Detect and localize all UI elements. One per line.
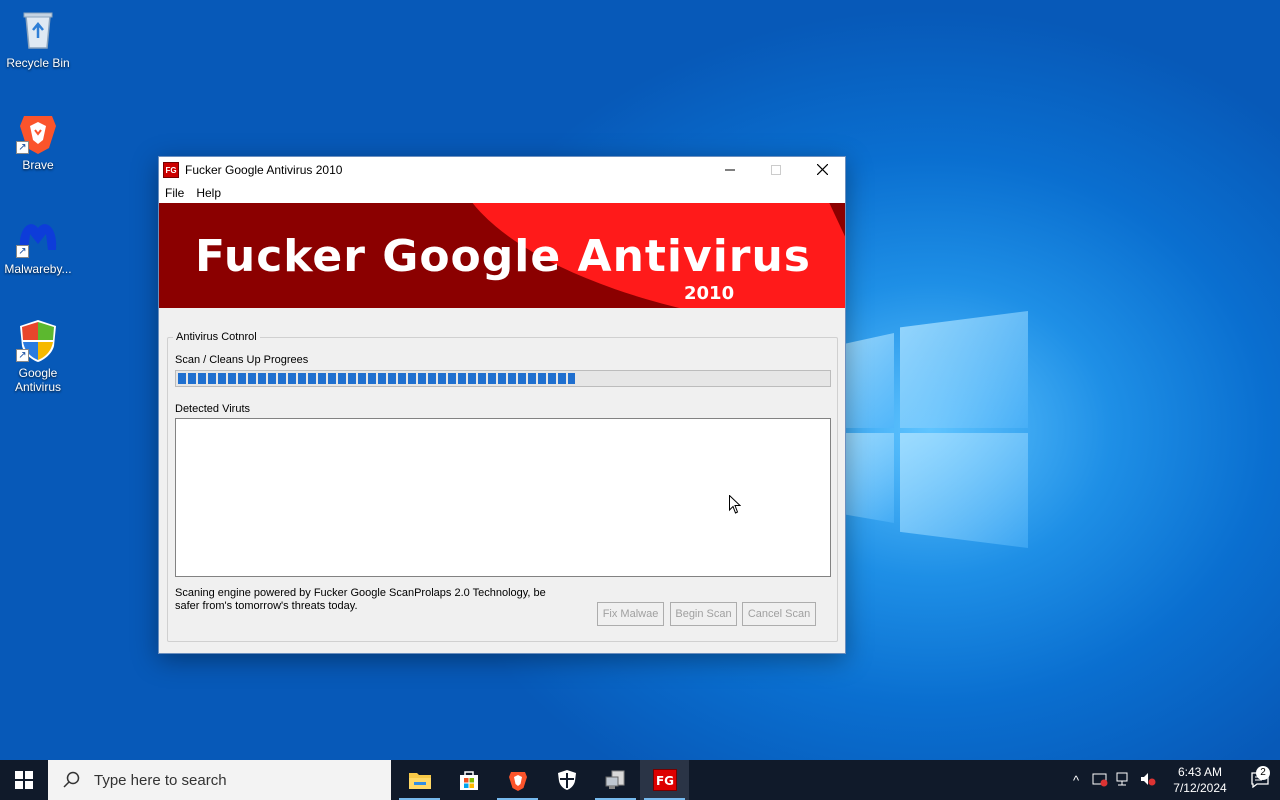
maximize-button (753, 157, 799, 182)
search-icon (63, 771, 80, 788)
taskbar: Type here to search FG ^ 6:43 AM 7/12/20… (0, 760, 1280, 800)
windows-wallpaper-logo (842, 305, 1032, 550)
taskbar-network-app[interactable] (591, 760, 640, 800)
window-title: Fucker Google Antivirus 2010 (185, 162, 343, 177)
begin-scan-button[interactable]: Begin Scan (670, 602, 737, 626)
desktop-icon-label: Recycle Bin (6, 56, 70, 70)
banner-title: Fucker Google Antivirus (195, 231, 811, 282)
desktop-icon-brave[interactable]: ↗ Brave (0, 110, 76, 172)
malwarebytes-icon: ↗ (16, 214, 60, 258)
fg-antivirus-icon: FG (652, 769, 677, 791)
recycle-bin-icon (16, 8, 60, 52)
app-banner: Fucker Google Antivirus 2010 (159, 203, 845, 308)
search-placeholder: Type here to search (94, 771, 227, 789)
system-tray: ^ 6:43 AM 7/12/2024 2 (1064, 760, 1280, 800)
network-computer-icon (605, 770, 624, 789)
desktop-icon-label: Brave (22, 158, 54, 172)
shortcut-arrow-icon: ↗ (16, 349, 29, 362)
mouse-cursor-icon (729, 495, 741, 514)
taskbar-microsoft-store[interactable] (444, 760, 493, 800)
minimize-icon (725, 169, 735, 170)
taskbar-clock[interactable]: 6:43 AM 7/12/2024 (1168, 764, 1232, 796)
desktop-icon-label: Google Antivirus (14, 366, 61, 394)
cancel-scan-button[interactable]: Cancel Scan (742, 602, 816, 626)
svg-text:FG: FG (655, 774, 673, 788)
shortcut-arrow-icon: ↗ (16, 141, 29, 154)
taskbar-brave[interactable] (493, 760, 542, 800)
fix-malware-button[interactable]: Fix Malwae (597, 602, 664, 626)
app-icon: FG (163, 161, 179, 178)
volume-muted-icon[interactable] (1136, 771, 1160, 790)
scan-progress-bar (175, 370, 831, 387)
progress-fill (178, 373, 575, 384)
file-explorer-icon (408, 773, 431, 789)
clock-date: 7/12/2024 (1173, 781, 1227, 795)
desktop-icon-malwarebytes[interactable]: ↗ Malwareby... (0, 214, 76, 276)
shortcut-arrow-icon: ↗ (16, 245, 29, 258)
desktop-icon-recycle-bin[interactable]: Recycle Bin (0, 8, 76, 70)
engine-description: Scaning engine powered by Fucker Google … (175, 587, 546, 612)
banner-year: 2010 (684, 283, 735, 304)
progress-label: Scan / Cleans Up Progrees (175, 354, 309, 366)
menu-bar: File Help (159, 182, 845, 203)
security-shield-icon (557, 770, 576, 790)
group-label: Antivirus Cotnrol (173, 331, 260, 343)
clock-time: 6:43 AM (1177, 765, 1223, 779)
notification-count-badge: 2 (1256, 766, 1270, 780)
title-bar[interactable]: FG Fucker Google Antivirus 2010 (159, 157, 845, 182)
brave-icon (508, 772, 527, 791)
desktop-icon-google-antivirus[interactable]: ↗ Google Antivirus (0, 318, 76, 394)
microsoft-store-icon (459, 771, 478, 790)
desktop-icon-label: Malwareby... (4, 262, 72, 276)
taskbar-search-box[interactable]: Type here to search (48, 760, 391, 800)
antivirus-window: FG Fucker Google Antivirus 2010 File Hel… (158, 156, 846, 654)
notification-center-button[interactable]: 2 (1240, 766, 1280, 788)
minimize-button[interactable] (707, 157, 753, 182)
windows-start-icon (15, 771, 33, 789)
taskbar-windows-security[interactable] (542, 760, 591, 800)
close-button[interactable] (799, 157, 845, 182)
close-icon (816, 164, 828, 175)
taskbar-fg-antivirus[interactable]: FG (640, 760, 689, 800)
detected-label: Detected Viruts (175, 403, 251, 415)
maximize-icon (771, 164, 781, 175)
show-hidden-icons-chevron-icon[interactable]: ^ (1064, 773, 1088, 788)
menu-help[interactable]: Help (190, 186, 227, 200)
brave-icon: ↗ (16, 110, 60, 154)
start-button[interactable] (0, 760, 48, 800)
google-antivirus-icon: ↗ (16, 318, 60, 362)
menu-file[interactable]: File (159, 186, 190, 200)
taskbar-file-explorer[interactable] (395, 760, 444, 800)
network-icon[interactable] (1112, 771, 1136, 790)
tray-app-icon[interactable] (1088, 771, 1112, 790)
